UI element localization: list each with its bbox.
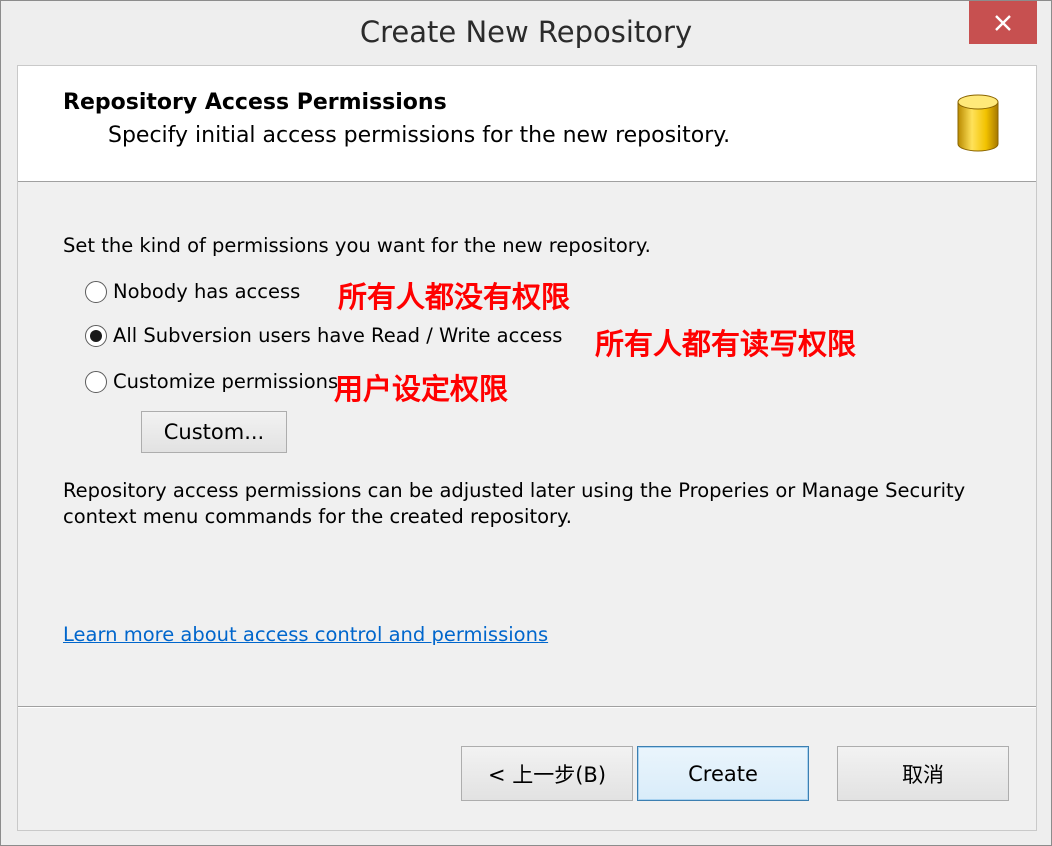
footer-divider-highlight [18,707,1036,708]
header-title: Repository Access Permissions [63,90,447,115]
radio-label: Nobody has access [113,280,301,303]
radio-label: All Subversion users have Read / Write a… [113,324,563,347]
radio-nobody-access[interactable]: Nobody has access [85,280,300,303]
radio-button[interactable] [85,324,107,347]
radio-button[interactable] [85,370,107,393]
annotation-all-users: 所有人都有读写权限 [595,327,857,361]
permissions-intro: Set the kind of permissions you want for… [63,234,651,257]
window-title: Create New Repository [359,15,693,49]
wizard-header: Repository Access Permissions Specify in… [18,66,1036,182]
close-button[interactable] [969,1,1037,44]
annotation-nobody: 所有人都没有权限 [338,280,571,314]
close-icon [995,14,1011,31]
title-bar[interactable]: Create New Repository [1,1,1051,65]
dialog-window: Create New Repository Repository Access … [0,0,1052,846]
cancel-button[interactable]: 取消 [837,746,1009,801]
annotation-customize: 用户设定权限 [334,372,509,406]
dialog-content: Repository Access Permissions Specify in… [17,65,1037,831]
create-button[interactable]: Create [637,746,809,801]
header-subtitle: Specify initial access permissions for t… [108,123,731,148]
learn-more-link[interactable]: Learn more about access control and perm… [63,623,548,646]
radio-label: Customize permissions [113,370,339,393]
back-button[interactable]: < 上一步(B) [461,746,633,801]
radio-customize[interactable]: Customize permissions [85,370,338,393]
note-line-1: Repository access permissions can be adj… [63,479,966,502]
custom-button[interactable]: Custom... [141,411,287,453]
database-icon [957,94,999,152]
radio-button[interactable] [85,280,107,303]
note-line-2: context menu commands for the created re… [63,505,572,528]
radio-selected-dot [90,329,102,342]
radio-all-users-rw[interactable]: All Subversion users have Read / Write a… [85,324,562,347]
